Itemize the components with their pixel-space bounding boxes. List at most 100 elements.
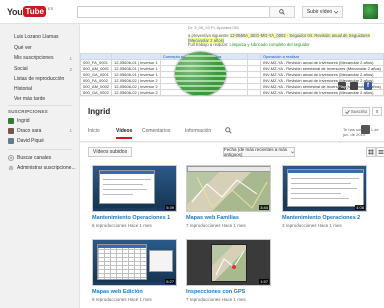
thumbnail-panel [149, 250, 173, 272]
video-title[interactable]: Inspecciones con GPS [186, 289, 245, 295]
thumbnail-line [291, 178, 359, 179]
manage-subscriptions-link[interactable]: Administrar suscripcione... [8, 165, 76, 171]
thumbnail-window [287, 169, 364, 207]
subscribed-label: Suscrito [350, 109, 368, 114]
sidebar-item-label: Qué ver [14, 45, 32, 51]
video-title[interactable]: Mapas web Familias [186, 215, 239, 221]
list-view-button[interactable] [376, 147, 384, 157]
facebook-icon[interactable]: f [364, 82, 372, 90]
thumbnail-titlebar [98, 245, 146, 248]
video-thumbnail[interactable]: 3:44 [186, 165, 271, 212]
thumbnail-line [103, 184, 143, 185]
video-thumbnail[interactable]: 4:08 [282, 165, 367, 212]
tab-videos[interactable]: Vídeos [116, 128, 133, 139]
subscribed-button[interactable]: Suscrito [342, 107, 370, 116]
subscription-label: David Piqué [17, 137, 44, 144]
uploaded-videos-button[interactable]: Vídeos subidos [88, 147, 132, 157]
banner-table-cell: 12-05606-01 | Inversor 1 [111, 65, 161, 72]
thumbnail-taskbar [93, 282, 176, 285]
user-avatar[interactable] [363, 4, 378, 19]
thumbnail-titlebar [100, 171, 154, 174]
sidebar-subscription-draco-sara[interactable]: Draco sara 1 [0, 126, 80, 135]
video-card[interactable]: 3:44 Mapas web Familias 7 reproducciones… [186, 165, 271, 235]
grid-view-button[interactable] [366, 147, 376, 157]
video-title[interactable]: Mantenimiento Operaciones 1 [92, 215, 170, 221]
subscriptions-heading: SUSCRIPCIONES [8, 109, 48, 114]
banner-play-link[interactable]: Play [338, 82, 346, 90]
video-title[interactable]: Mapas web Edición [92, 289, 143, 295]
tab-home[interactable]: Inicio [88, 128, 100, 134]
thumbnail-line [103, 194, 133, 195]
sort-select[interactable]: Fecha (de más recientes a más antiguos) [223, 147, 295, 157]
upload-video-button[interactable]: Subir vídeo [302, 6, 343, 18]
sidebar-item-label: Social [14, 66, 28, 72]
sidebar-item-history[interactable]: Historial [0, 85, 80, 93]
video-thumbnail[interactable]: 5:39 [92, 165, 177, 212]
banner-text-line: Full trabajo a realizar: Limpieza y lubr… [188, 42, 310, 47]
youtube-logo[interactable]: You Tube ES [7, 5, 53, 18]
video-meta: 7 reproducciones Hace 1 mes [186, 297, 246, 302]
thumbnail-phone-screen [211, 244, 247, 282]
banner-play-label: Play [338, 83, 346, 89]
video-card[interactable]: 1:57 Inspecciones con GPS 7 reproduccion… [186, 239, 271, 308]
channel-avatar [8, 127, 14, 134]
banner-table-cell: INV-MZ-YA - Revisión semestral de Invers… [260, 65, 384, 72]
sidebar-item-label: Listas de reproducción [14, 76, 65, 82]
tab-about[interactable]: Información [185, 128, 211, 134]
thumbnail-line [291, 193, 341, 194]
search-button[interactable] [269, 6, 295, 18]
subscription-label: Draco sara [17, 127, 42, 134]
chevron-down-icon [334, 10, 339, 14]
video-meta: 9 reproducciones Hace 1 mes [92, 297, 152, 302]
browse-channels-link[interactable]: Buscar canales [8, 155, 51, 161]
banner-table-cell: 12-05606-02 | Inversor 2 [111, 77, 161, 84]
sidebar-item-watch-later[interactable]: Ver más tarde [0, 95, 80, 103]
video-title[interactable]: Mantenimiento Operaciones 2 [282, 215, 360, 221]
thumbnail-line [291, 183, 351, 184]
banner-table-cell: 12-05606-03 | Inversor 3 [111, 95, 161, 96]
sidebar-item-playlists[interactable]: Listas de reproducción [0, 75, 80, 83]
upload-label: Subir vídeo [306, 9, 333, 15]
banner-table-cell: 000_FA_0002 [80, 77, 113, 84]
video-card[interactable]: 4:08 Mantenimiento Operaciones 2 3 repro… [282, 165, 367, 235]
sidebar-subscription-ingrid[interactable]: Ingrid [0, 116, 80, 125]
sidebar-item-profile[interactable]: Luis Lozano Llamas [0, 33, 80, 41]
banner-text-prefix: Full trabajo a realizar: [188, 42, 229, 47]
list-icon [378, 150, 384, 154]
banner-table-cell: 000_AM_0002 [80, 83, 113, 90]
tab-comments[interactable]: Comentarios [142, 128, 170, 134]
sidebar-item-social[interactable]: Social 2 [0, 65, 80, 73]
sidebar-item-label: Luis Lozano Llamas [14, 34, 59, 40]
browse-channels-label: Buscar canales [17, 155, 52, 161]
thumbnail-line [103, 179, 151, 180]
channel-avatar [8, 117, 14, 124]
video-thumbnail[interactable]: 6:27 [92, 239, 177, 286]
uploaded-label: Vídeos subidos [92, 149, 128, 155]
sidebar-subscription-david-pique[interactable]: David Piqué [0, 136, 80, 145]
sort-label: Fecha (de más recientes a más antiguos) [224, 147, 288, 157]
thumbnail-line [291, 198, 349, 199]
video-thumbnail[interactable]: 1:57 [186, 239, 271, 286]
video-card[interactable]: 5:39 Mantenimiento Operaciones 1 6 repro… [92, 165, 177, 235]
thumbnail-window [97, 244, 147, 280]
channel-search-icon[interactable] [225, 127, 232, 134]
manage-subscriptions-label: Administrar suscripcione... [17, 165, 76, 171]
thumbnail-line [291, 188, 357, 189]
video-duration: 3:44 [259, 205, 269, 210]
search-input[interactable] [77, 6, 295, 18]
top-bar: You Tube ES Subir vídeo [0, 0, 384, 24]
video-card[interactable]: 6:27 Mapas web Edición 9 reproducciones … [92, 239, 177, 308]
sidebar-item-my-subscriptions[interactable]: Mis suscripciones 1 [0, 54, 80, 62]
banner-table-cell: INV-MZ-YA - Revisión anual de Inversores… [260, 59, 384, 66]
grid-icon [368, 149, 374, 155]
sidebar-item-what-to-watch[interactable]: Qué ver [0, 44, 80, 52]
logo-country: ES [47, 6, 54, 11]
video-meta: 6 reproducciones Hace 1 mes [92, 223, 152, 228]
banner-social-link[interactable] [350, 82, 358, 90]
video-duration: 4:08 [355, 205, 365, 210]
thumbnail-window [99, 170, 155, 204]
banner-table-row: 000_FA_000312-05606-03 | Inversor 3 INV-M… [80, 95, 384, 96]
banner-table-cell: 12-05606-02 | Inversor 2 [111, 89, 161, 96]
banner-table-cell: 12-05606-02 | Inversor 2 [111, 83, 161, 90]
sidebar-item-count: 1 [69, 55, 72, 61]
